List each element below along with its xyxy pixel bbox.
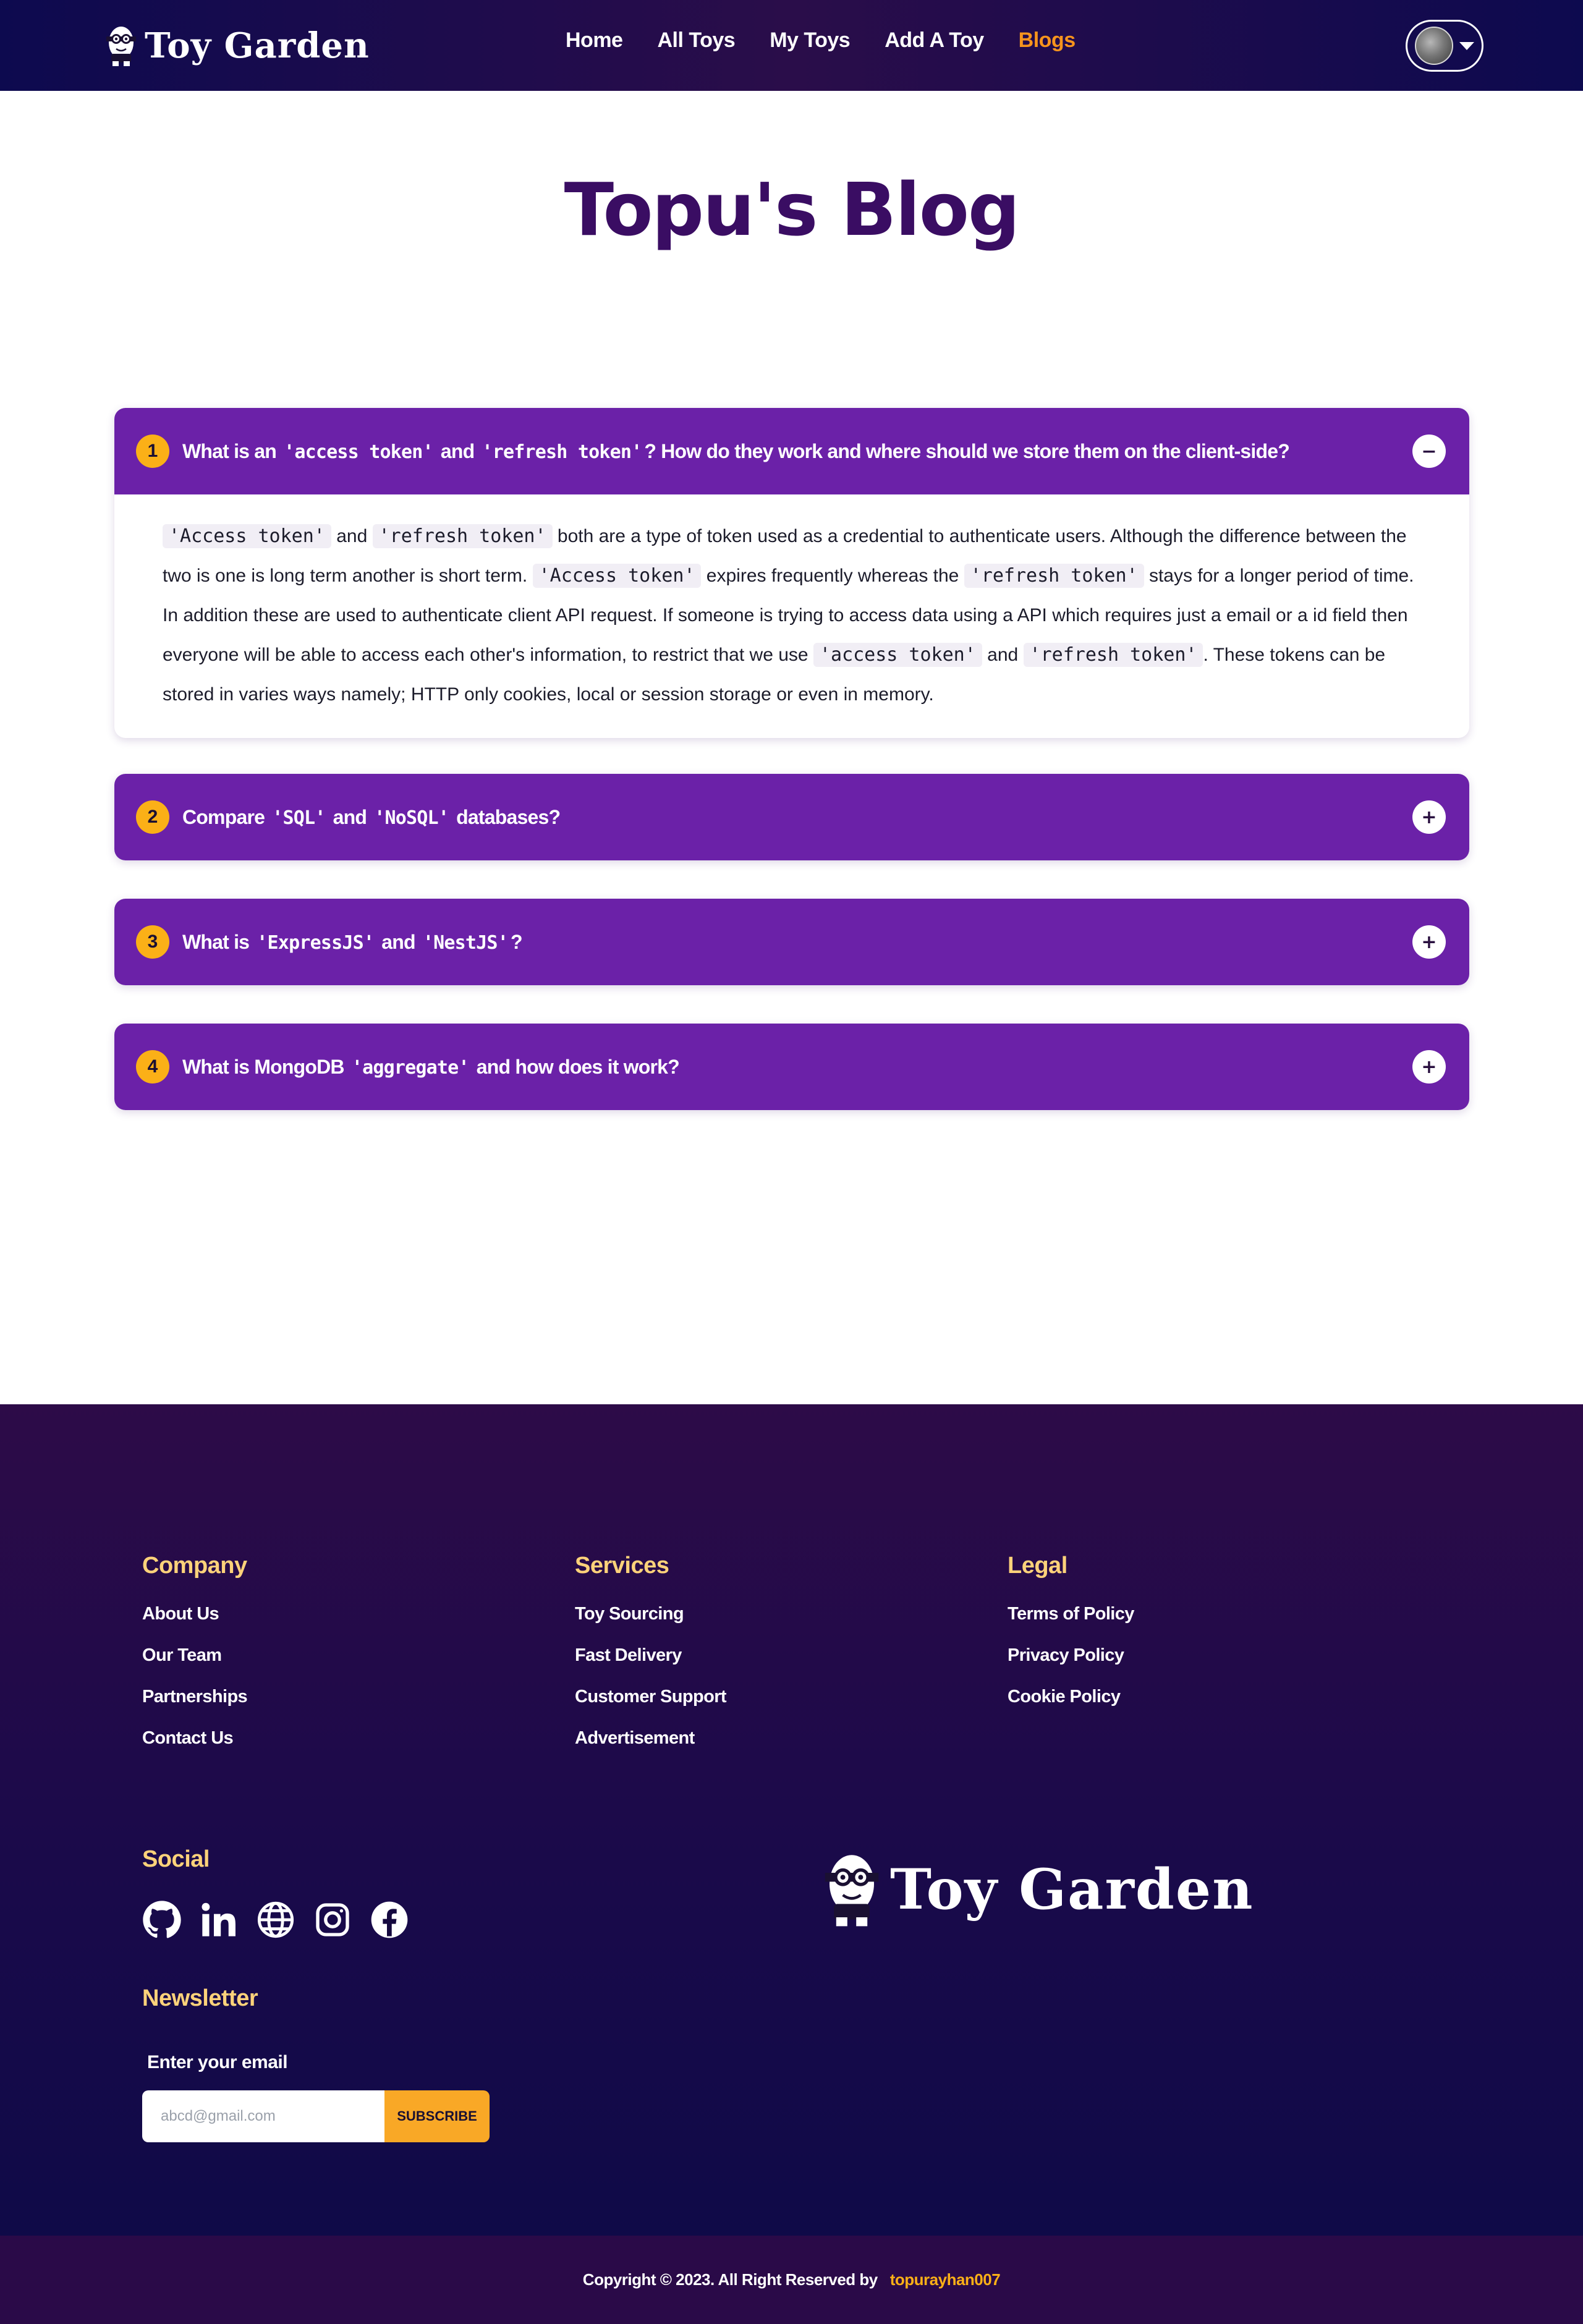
faq-item-1: 1 What is an 'access token' and 'refresh… bbox=[114, 408, 1469, 738]
footer-link-customer-support[interactable]: Customer Support bbox=[575, 1687, 727, 1707]
question-number-badge: 3 bbox=[136, 925, 169, 959]
avatar bbox=[1415, 27, 1453, 65]
collapse-icon[interactable]: − bbox=[1412, 435, 1446, 468]
brand-logo[interactable]: Toy Garden bbox=[105, 22, 370, 69]
copyright-bar: Copyright © 2023. All Right Reserved by … bbox=[0, 2236, 1583, 2324]
footer: Company About Us Our Team Partnerships C… bbox=[0, 1404, 1583, 2236]
faq-question-4[interactable]: 4 What is MongoDB 'aggregate' and how do… bbox=[114, 1024, 1469, 1110]
subscribe-button[interactable]: SUBSCRIBE bbox=[384, 2090, 490, 2142]
instagram-icon[interactable] bbox=[313, 1900, 352, 1940]
faq-question-1[interactable]: 1 What is an 'access token' and 'refresh… bbox=[114, 408, 1469, 494]
chevron-down-icon bbox=[1459, 41, 1474, 50]
expand-icon[interactable]: + bbox=[1412, 1050, 1446, 1084]
footer-link-partnerships[interactable]: Partnerships bbox=[142, 1687, 248, 1707]
question-number-badge: 4 bbox=[136, 1050, 169, 1084]
nav-my-toys[interactable]: My Toys bbox=[770, 28, 851, 53]
footer-link-fast-delivery[interactable]: Fast Delivery bbox=[575, 1645, 726, 1666]
nav-links: Home All Toys My Toys Add A Toy Blogs bbox=[566, 28, 1076, 53]
footer-heading: Company bbox=[142, 1553, 247, 1579]
footer-brand-logo: Toy Garden bbox=[822, 1851, 1254, 1928]
question-text: What is 'ExpressJS' and 'NestJS'? bbox=[182, 930, 522, 954]
footer-legal: Legal Terms of Policy Privacy Policy Coo… bbox=[1008, 1553, 1134, 1707]
footer-link-toy-sourcing[interactable]: Toy Sourcing bbox=[575, 1604, 726, 1624]
faq-answer-1: 'Access token' and 'refresh token' both … bbox=[163, 524, 1414, 705]
footer-heading: Legal bbox=[1008, 1553, 1067, 1579]
footer-link-privacy[interactable]: Privacy Policy bbox=[1008, 1645, 1134, 1666]
nav-blogs[interactable]: Blogs bbox=[1019, 28, 1076, 53]
nav-home[interactable]: Home bbox=[566, 28, 623, 53]
footer-link-terms[interactable]: Terms of Policy bbox=[1008, 1604, 1134, 1624]
minion-logo-icon bbox=[825, 1855, 879, 1927]
minion-logo-icon bbox=[106, 27, 136, 66]
footer-link-cookie[interactable]: Cookie Policy bbox=[1008, 1687, 1134, 1707]
faq-item-2: 2 Compare 'SQL' and 'NoSQL' databases? + bbox=[114, 774, 1469, 860]
linkedin-icon[interactable] bbox=[199, 1900, 239, 1940]
footer-link-about-us[interactable]: About Us bbox=[142, 1604, 247, 1624]
page-title: Topu's Blog bbox=[564, 167, 1021, 252]
nav-add-a-toy[interactable]: Add A Toy bbox=[885, 28, 984, 53]
copyright-text: Copyright © 2023. All Right Reserved by bbox=[582, 2270, 878, 2289]
brand-name: Toy Garden bbox=[145, 25, 370, 66]
newsletter-heading: Newsletter bbox=[142, 1985, 258, 2011]
question-text: What is an 'access token' and 'refresh t… bbox=[182, 439, 1290, 463]
question-number-badge: 2 bbox=[136, 800, 169, 834]
author-link[interactable]: topurayhan007 bbox=[890, 2270, 1001, 2289]
email-input[interactable] bbox=[142, 2090, 384, 2142]
github-icon[interactable] bbox=[142, 1900, 182, 1940]
expand-icon[interactable]: + bbox=[1412, 925, 1446, 959]
footer-link-advertisement[interactable]: Advertisement bbox=[575, 1728, 726, 1749]
footer-link-contact-us[interactable]: Contact Us bbox=[142, 1728, 247, 1749]
footer-brand-name: Toy Garden bbox=[890, 1857, 1254, 1922]
expand-icon[interactable]: + bbox=[1412, 800, 1446, 834]
footer-services: Services Toy Sourcing Fast Delivery Cust… bbox=[575, 1553, 727, 1749]
facebook-icon[interactable] bbox=[370, 1900, 409, 1940]
faq-item-4: 4 What is MongoDB 'aggregate' and how do… bbox=[114, 1024, 1469, 1110]
social-links bbox=[142, 1900, 409, 1940]
user-menu-button[interactable] bbox=[1406, 20, 1483, 72]
faq-question-3[interactable]: 3 What is 'ExpressJS' and 'NestJS'? + bbox=[114, 899, 1469, 985]
question-text: What is MongoDB 'aggregate' and how does… bbox=[182, 1055, 680, 1079]
globe-icon[interactable] bbox=[256, 1900, 295, 1940]
question-number-badge: 1 bbox=[136, 435, 169, 468]
faq-question-2[interactable]: 2 Compare 'SQL' and 'NoSQL' databases? + bbox=[114, 774, 1469, 860]
nav-all-toys[interactable]: All Toys bbox=[657, 28, 735, 53]
question-text: Compare 'SQL' and 'NoSQL' databases? bbox=[182, 805, 561, 829]
footer-heading: Services bbox=[575, 1553, 669, 1579]
footer-company: Company About Us Our Team Partnerships C… bbox=[142, 1553, 248, 1749]
navbar: Toy Garden Home All Toys My Toys Add A T… bbox=[0, 0, 1583, 91]
email-label: Enter your email bbox=[147, 2052, 288, 2072]
footer-link-our-team[interactable]: Our Team bbox=[142, 1645, 247, 1666]
social-heading: Social bbox=[142, 1846, 210, 1872]
faq-item-3: 3 What is 'ExpressJS' and 'NestJS'? + bbox=[114, 899, 1469, 985]
